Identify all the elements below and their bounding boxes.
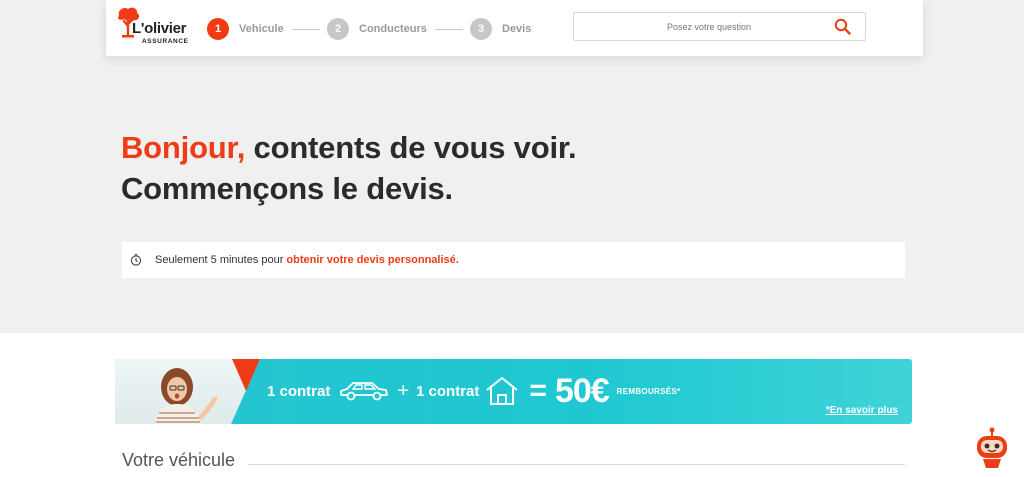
- chatbot-button[interactable]: [974, 426, 1010, 470]
- step-devis[interactable]: 3 Devis: [470, 18, 531, 40]
- brand-tagline: ASSURANCE: [142, 38, 189, 45]
- equals-sign: =: [529, 374, 547, 407]
- promo-accent: [232, 359, 260, 391]
- step-label: Vehicule: [239, 23, 284, 35]
- clock-icon: [130, 254, 142, 266]
- plus-sign: +: [397, 379, 410, 402]
- contract-home: 1 contrat: [416, 382, 480, 400]
- greeting: Bonjour,: [121, 130, 246, 165]
- promo-offer: 1 contrat + 1 contrat = 50€ REMBOURSÉS*: [267, 371, 681, 410]
- refund-label: REMBOURSÉS*: [616, 386, 681, 396]
- brand-name: L'olivier: [132, 20, 187, 37]
- info-text: Seulement 5 minutes pour: [155, 254, 284, 266]
- step-number: 2: [327, 18, 349, 40]
- refund-amount: 50€: [554, 371, 610, 410]
- step-label: Conducteurs: [359, 23, 427, 35]
- title-line2: Commençons le devis.: [121, 171, 453, 206]
- page-title: Bonjour, contents de vous voir. Commenço…: [121, 127, 577, 209]
- section-divider: [248, 464, 905, 465]
- search-icon[interactable]: [834, 18, 851, 35]
- step-connector: [434, 28, 463, 30]
- promo-banner[interactable]: 1 contrat + 1 contrat = 50€ REMBOURSÉS* …: [115, 359, 912, 424]
- top-bar: L'olivier ASSURANCE 1 Vehicule 2 Conduct…: [106, 0, 923, 56]
- search-input[interactable]: [574, 13, 834, 40]
- contract-car: 1 contrat: [267, 382, 331, 400]
- step-number: 1: [207, 18, 229, 40]
- step-conducteurs[interactable]: 2 Conducteurs: [327, 18, 463, 40]
- learn-more-link[interactable]: *En savoir plus: [826, 405, 898, 416]
- section-title: Votre véhicule: [122, 450, 236, 470]
- step-label: Devis: [502, 23, 532, 35]
- search-box: [573, 12, 866, 41]
- step-number: 3: [470, 18, 492, 40]
- house-icon: [486, 377, 519, 405]
- logo[interactable]: L'olivier ASSURANCE: [116, 6, 196, 48]
- title-line1: contents de vous voir.: [245, 130, 577, 165]
- step-vehicule[interactable]: 1 Vehicule: [207, 18, 320, 40]
- car-icon: [340, 382, 389, 401]
- duration-info: Seulement 5 minutes pour obtenir votre d…: [122, 242, 905, 278]
- info-highlight: obtenir votre devis personnalisé.: [286, 254, 459, 266]
- robot-icon: [977, 427, 1007, 468]
- step-connector: [291, 28, 320, 30]
